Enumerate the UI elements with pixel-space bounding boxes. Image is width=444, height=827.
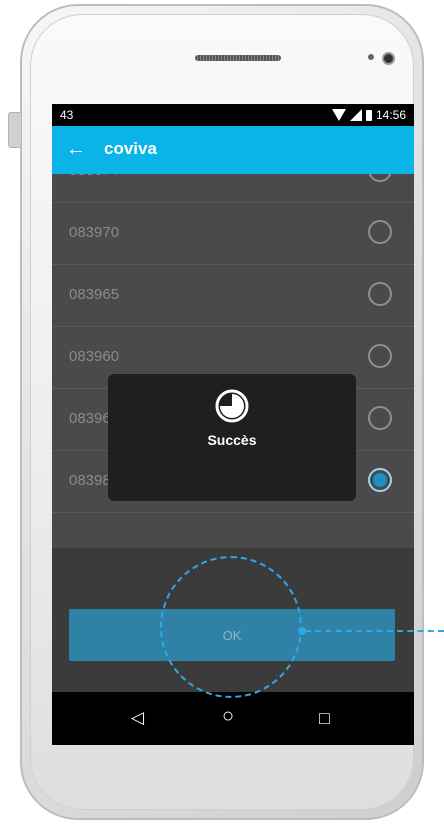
list-item[interactable]: 083965 — [52, 265, 414, 327]
radio-button-selected[interactable] — [368, 468, 392, 492]
radio-button[interactable] — [368, 282, 392, 306]
list-item-label: 083960 — [69, 348, 120, 365]
toast-label: Succès — [207, 432, 257, 448]
radio-button[interactable] — [368, 406, 392, 430]
signal-icon — [349, 109, 362, 121]
speaker-grille — [195, 55, 281, 61]
nav-recents-icon[interactable]: □ — [319, 708, 339, 728]
nav-home-icon[interactable]: ○ — [222, 705, 242, 727]
battery-icon — [365, 109, 372, 121]
list-item[interactable]: 08e674 — [52, 174, 414, 203]
radio-button[interactable] — [368, 344, 392, 368]
app-title: coviva — [104, 139, 157, 158]
list-item-label: 083970 — [69, 224, 120, 241]
proximity-sensor — [368, 54, 374, 60]
side-button — [8, 112, 22, 148]
success-toast: Succès — [108, 374, 356, 501]
status-bar: 43 14:56 — [52, 104, 414, 126]
wifi-icon — [331, 109, 346, 121]
navigation-bar: ◁ ○ □ — [52, 692, 414, 745]
notification-count: 43 — [60, 108, 74, 122]
radio-button[interactable] — [368, 174, 392, 182]
app-bar: ← coviva — [52, 126, 414, 174]
pointer-line — [305, 630, 444, 632]
radio-button[interactable] — [368, 220, 392, 244]
status-icons: 14:56 — [331, 108, 406, 122]
tap-highlight-ring — [160, 556, 302, 698]
list-item-label: 083965 — [69, 286, 120, 303]
arrow-left-icon[interactable]: ← — [66, 138, 86, 160]
status-time: 14:56 — [375, 108, 406, 122]
list-item[interactable]: 083970 — [52, 203, 414, 265]
clock-icon — [215, 389, 249, 423]
front-camera — [382, 52, 395, 65]
list-item-label: 08e674 — [69, 174, 119, 179]
nav-back-icon[interactable]: ◁ — [131, 708, 151, 728]
